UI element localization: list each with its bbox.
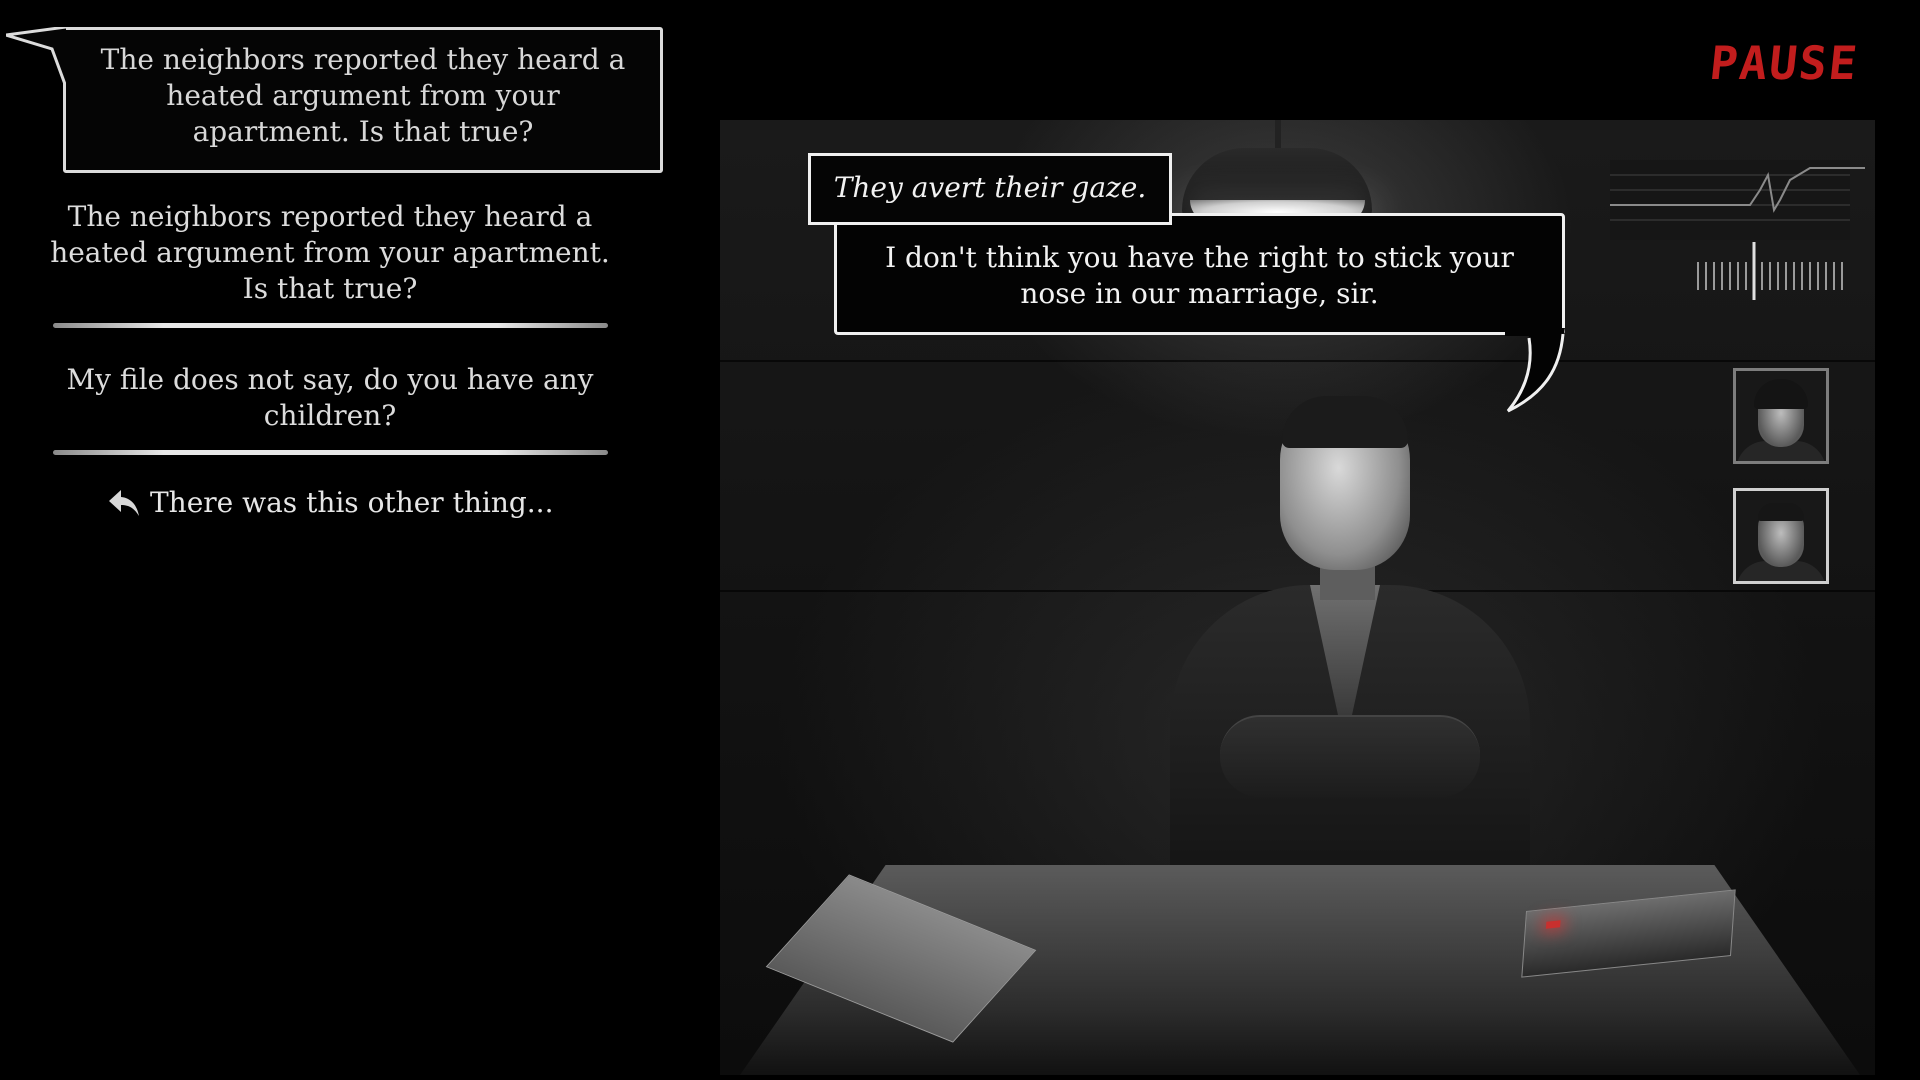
narration-text: They avert their gaze. xyxy=(833,171,1147,204)
suspect-crossed-arms xyxy=(1220,715,1480,797)
dialogue-option-argument[interactable]: The neighbors reported they heard a heat… xyxy=(40,195,620,307)
heart-rate-monitor-icon xyxy=(1610,160,1865,300)
back-option-label: There was this other thing... xyxy=(150,486,554,519)
dialogue-option-children[interactable]: My file does not say, do you have any ch… xyxy=(40,362,620,434)
lamp-cord xyxy=(1275,120,1281,150)
option-divider xyxy=(52,450,608,455)
suspect-speech-bubble: I don't think you have the right to stic… xyxy=(834,213,1565,413)
portrait-beanie xyxy=(1754,379,1808,409)
portrait-suit-suspect[interactable] xyxy=(1733,488,1829,584)
reply-arrow-icon xyxy=(109,490,139,516)
question-text: The neighbors reported they heard a heat… xyxy=(100,43,626,148)
bubble-tail-icon xyxy=(6,27,66,87)
suspect-figure xyxy=(1160,396,1550,885)
portrait-hair xyxy=(1758,503,1804,521)
suspect-hair xyxy=(1282,396,1408,448)
recorder-red-light xyxy=(1545,920,1561,929)
question-speech-bubble: The neighbors reported they heard a heat… xyxy=(6,27,663,173)
dialogue-options: The neighbors reported they heard a heat… xyxy=(40,195,620,455)
pause-button[interactable]: PAUSE xyxy=(1707,36,1861,90)
speech-tail-icon xyxy=(1505,328,1565,413)
wall-panel-line xyxy=(720,360,1875,362)
back-option[interactable]: There was this other thing... xyxy=(108,485,553,521)
suspect-response-text: I don't think you have the right to stic… xyxy=(885,241,1514,310)
portrait-beanie-suspect[interactable] xyxy=(1733,368,1829,464)
narration-box: They avert their gaze. xyxy=(808,153,1172,225)
option-divider xyxy=(52,323,608,328)
